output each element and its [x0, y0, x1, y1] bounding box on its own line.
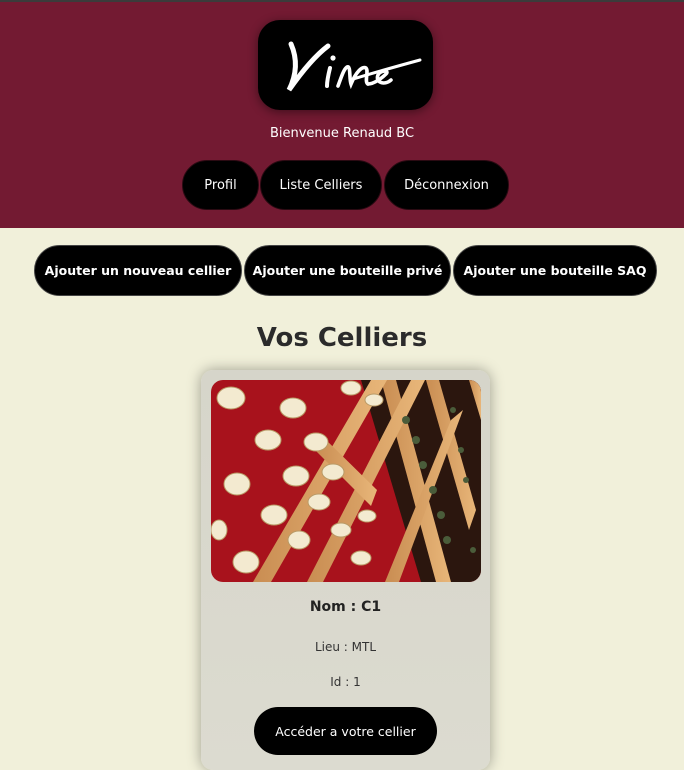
site-header: Bienvenue Renaud BC Profil Liste Cellier… — [0, 2, 684, 228]
open-cellar-button[interactable]: Accéder a votre cellier — [254, 707, 437, 755]
nav-liste-celliers-button[interactable]: Liste Celliers — [260, 160, 382, 210]
nav-deconnexion-button[interactable]: Déconnexion — [384, 160, 509, 210]
cellar-id: Id : 1 — [330, 675, 361, 689]
vino-logo[interactable] — [258, 20, 433, 110]
cellar-location: Lieu : MTL — [314, 640, 377, 654]
cellar-name: Nom : C1 — [309, 599, 382, 615]
nav-profil-button[interactable]: Profil — [182, 160, 259, 210]
welcome-message: Bienvenue Renaud BC — [269, 126, 415, 141]
page-title: Vos Celliers — [256, 323, 428, 353]
add-private-bottle-button[interactable]: Ajouter une bouteille privé — [244, 245, 451, 296]
add-cellar-button[interactable]: Ajouter un nouveau cellier — [34, 245, 242, 296]
add-saq-bottle-button[interactable]: Ajouter une bouteille SAQ — [453, 245, 657, 296]
cellar-card: Nom : C1 Lieu : MTL Id : 1 Accéder a vot… — [201, 370, 490, 770]
cellar-image — [211, 380, 481, 582]
vino-logo-mark — [286, 41, 422, 92]
